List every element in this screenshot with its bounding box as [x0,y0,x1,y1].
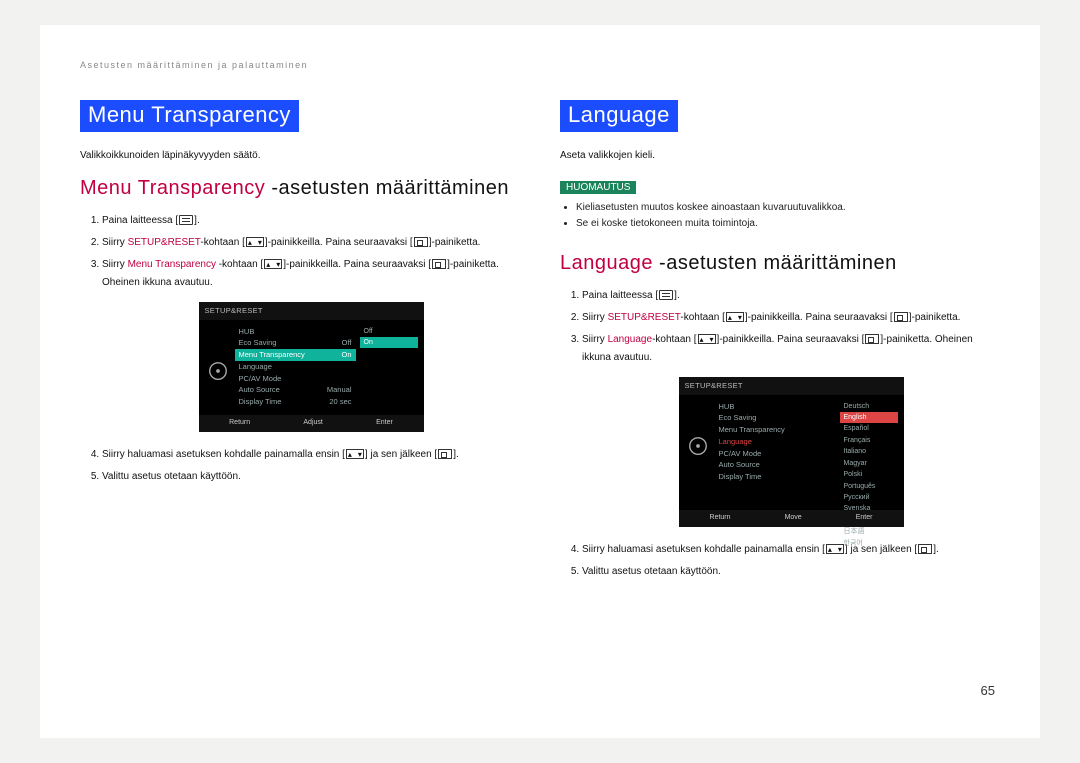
manual-page: Asetusten määrittäminen ja palauttaminen… [40,25,1040,738]
osd-screenshot-language: SETUP&RESET HUB Eco Saving Menu Transpar… [679,377,904,527]
updown-icon [346,449,364,459]
osd-row: Auto Source [715,459,836,471]
osd-screenshot-transparency: SETUP&RESET HUB Eco SavingOff Menu Trans… [199,302,424,432]
col-right: Language Aseta valikkojen kieli. HUOMAUT… [560,100,1000,585]
osd-row: Language [235,361,356,373]
osd-values: Off On [360,326,418,416]
step-2: Siirry SETUP&RESET-kohtaan []-painikkeil… [582,309,1000,327]
section-title-menu-transparency: Menu Transparency [80,100,299,132]
enter-icon [414,237,428,247]
step-2: Siirry SETUP&RESET-kohtaan []-painikkeil… [102,234,520,252]
section-desc: Valikkoikkunoiden läpinäkyvyyden säätö. [80,150,520,161]
steps-list: Paina laitteessa []. Siirry SETUP&RESET-… [582,287,1000,581]
section-title-language: Language [560,100,678,132]
dial-icon [205,326,231,416]
osd-row: Menu Transparency [715,424,836,436]
note-list: Kieliasetusten muutos koskee ainoastaan … [576,200,1000,232]
step-5: Valittu asetus otetaan käyttöön. [582,563,1000,581]
updown-icon [726,312,744,322]
note-badge: HUOMAUTUS [560,181,636,194]
osd-row: Eco Saving [715,412,836,424]
osd-row: Display Time [715,471,836,483]
steps-list: Paina laitteessa []. Siirry SETUP&RESET-… [102,212,520,486]
page-number: 65 [981,683,995,698]
step-5: Valittu asetus otetaan käyttöön. [102,468,520,486]
subsection-title: Menu Transparency -asetusten määrittämin… [80,177,520,200]
osd-row: Eco SavingOff [235,337,356,349]
note-item: Kieliasetusten muutos koskee ainoastaan … [576,200,1000,216]
note-item: Se ei koske tietokoneen muita toimintoja… [576,216,1000,232]
osd-row: Auto SourceManual [235,384,356,396]
enter-icon [438,449,452,459]
osd-footer: Return Move Enter [679,510,904,527]
updown-icon [264,259,282,269]
updown-icon [246,237,264,247]
enter-icon [432,259,446,269]
enter-icon [918,544,932,554]
osd-row-highlight: Language [715,436,836,448]
osd-footer: Return Adjust Enter [199,415,424,432]
osd-row: PC/AV Mode [235,373,356,385]
step-3: Siirry Language-kohtaan []-painikkeilla.… [582,331,1000,527]
enter-icon [865,334,879,344]
enter-icon [894,312,908,322]
page-header-sub: Asetusten määrittäminen ja palauttaminen [80,60,1000,70]
step-4: Siirry haluamasi asetuksen kohdalle pain… [102,446,520,464]
osd-row: PC/AV Mode [715,448,836,460]
subsection-title: Language -asetusten määrittäminen [560,252,1000,275]
updown-icon [826,544,844,554]
step-3: Siirry Menu Transparency -kohtaan []-pai… [102,256,520,432]
section-desc: Aseta valikkojen kieli. [560,150,1000,161]
menu-icon [659,290,673,300]
columns: Menu Transparency Valikkoikkunoiden läpi… [80,100,1000,585]
menu-icon [179,215,193,225]
col-left: Menu Transparency Valikkoikkunoiden läpi… [80,100,520,585]
updown-icon [698,334,716,344]
step-1: Paina laitteessa []. [582,287,1000,305]
dial-icon [685,401,711,491]
osd-row: HUB [235,326,356,338]
osd-menu: HUB Eco SavingOff Menu TransparencyOn La… [235,326,356,416]
osd-row: Display Time20 sec [235,396,356,408]
step-1: Paina laitteessa []. [102,212,520,230]
osd-row: HUB [715,401,836,413]
osd-row-highlight: Menu TransparencyOn [235,349,356,361]
